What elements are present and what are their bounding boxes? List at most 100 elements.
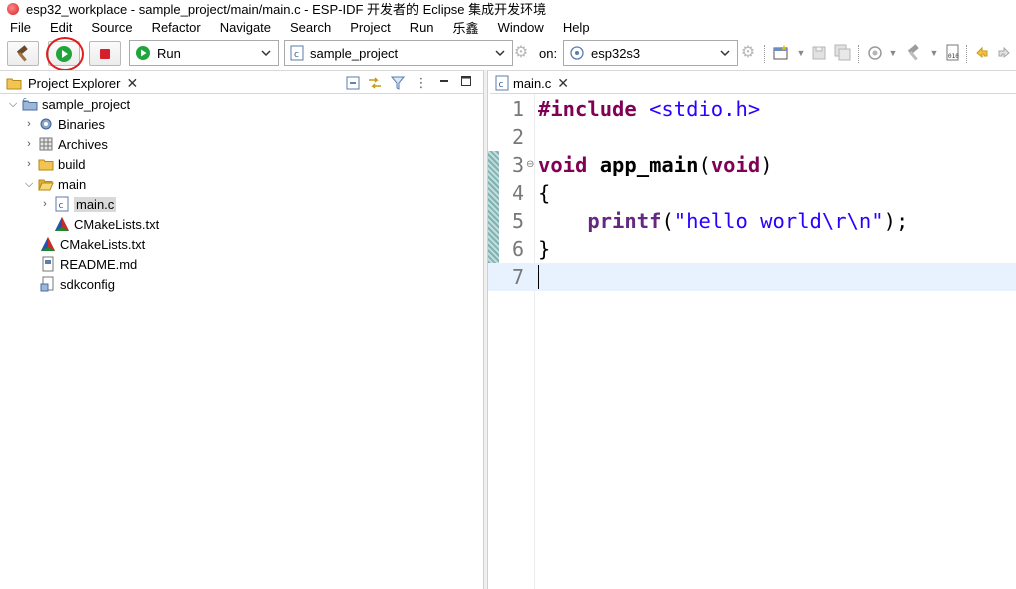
tree-item-readme[interactable]: README.md — [40, 254, 137, 274]
menu-run[interactable]: Run — [410, 20, 434, 35]
statement-end: ); — [883, 209, 909, 233]
toolbar-separator — [966, 45, 967, 63]
maximize-button[interactable] — [457, 72, 475, 90]
svg-text:c: c — [23, 96, 27, 104]
chevron-down-icon[interactable]: ⌵ — [24, 178, 34, 191]
chevron-right-icon[interactable]: › — [24, 118, 34, 130]
menu-edit[interactable]: Edit — [50, 20, 72, 35]
target-on-label: on: — [539, 46, 558, 61]
line-number: 3 — [512, 153, 525, 177]
tree-item-label: CMakeLists.txt — [60, 236, 146, 252]
paren-close: ) — [760, 153, 773, 177]
chevron-down-icon — [495, 50, 505, 57]
launch-mode-label: Run — [157, 45, 181, 61]
launch-config-select[interactable]: c sample_project — [284, 40, 513, 66]
tree-item-label: build — [58, 156, 86, 172]
tree-item-binaries[interactable]: › Binaries — [24, 114, 105, 134]
open-brace: { — [538, 181, 551, 205]
tree-item-label: main — [58, 176, 87, 192]
code-line: 1 #include <stdio.h> — [488, 95, 1016, 123]
close-brace: } — [538, 237, 551, 261]
new-wizard-button[interactable] — [772, 44, 790, 62]
tree-item-sdkconfig[interactable]: sdkconfig — [40, 274, 115, 294]
editor-tab-main-c[interactable]: c main.c ✕ — [495, 72, 569, 94]
line-number: 5 — [512, 209, 525, 233]
menu-search[interactable]: Search — [290, 20, 331, 35]
launch-config-label: sample_project — [310, 45, 399, 61]
arrow-back-icon — [976, 46, 988, 59]
menu-refactor[interactable]: Refactor — [152, 20, 201, 35]
tree-item-build[interactable]: › build — [24, 154, 85, 174]
code-line-current: 7 — [488, 263, 1016, 291]
stop-button[interactable] — [89, 41, 121, 66]
save-all-button[interactable] — [834, 44, 852, 62]
menu-source[interactable]: Source — [91, 20, 132, 35]
line-number: 4 — [512, 181, 525, 205]
chevron-down-icon[interactable]: ▼ — [884, 44, 902, 62]
new-window-icon — [773, 45, 788, 60]
tree-item-archives[interactable]: › Archives — [24, 134, 108, 154]
view-menu-button[interactable]: ⋮ — [412, 74, 430, 92]
chevron-down-icon — [261, 50, 271, 57]
code-line: 3 ⊖ void app_main(void) — [488, 151, 1016, 179]
chevron-right-icon[interactable]: › — [24, 158, 34, 170]
tree-item-label: README.md — [60, 256, 138, 272]
line-number: 6 — [512, 237, 525, 261]
launch-target-select[interactable]: esp32s3 — [563, 40, 738, 66]
chevron-down-icon[interactable]: ▼ — [925, 44, 943, 62]
filter-button[interactable] — [389, 74, 407, 92]
function-name: app_main — [599, 153, 699, 177]
c-file-icon: c — [54, 196, 70, 212]
menu-navigate[interactable]: Navigate — [220, 20, 271, 35]
return-type: void — [538, 153, 588, 177]
minimize-button[interactable] — [435, 72, 453, 90]
c-file-icon: c — [495, 75, 509, 91]
chevron-down-icon[interactable]: ⌵ — [8, 98, 18, 111]
fold-collapse-icon[interactable]: ⊖ — [526, 159, 534, 170]
launch-config-settings-icon[interactable]: ⚙ — [513, 45, 529, 61]
toolbar-divider — [0, 70, 1016, 71]
tree-item-main-folder[interactable]: ⌵ main — [24, 174, 86, 194]
collapse-all-button[interactable] — [344, 74, 362, 92]
cmake-icon — [54, 216, 70, 232]
tree-item-main-c[interactable]: › c main.c — [40, 194, 117, 214]
launch-target-settings-icon[interactable]: ⚙ — [740, 45, 756, 61]
chevron-right-icon[interactable]: › — [40, 198, 50, 210]
tree-item-label: main.c — [74, 196, 117, 212]
play-icon — [56, 45, 72, 62]
svg-text:010: 010 — [948, 53, 959, 60]
project-explorer-tab[interactable]: Project Explorer ✕ — [6, 72, 138, 94]
build-button[interactable] — [7, 41, 39, 66]
project-explorer-tab-label: Project Explorer — [28, 75, 121, 91]
launch-run-button[interactable] — [48, 41, 80, 66]
menu-help[interactable]: Help — [563, 20, 590, 35]
close-icon[interactable]: ✕ — [126, 75, 138, 92]
text-caret — [538, 265, 539, 289]
menu-project[interactable]: Project — [350, 20, 390, 35]
window-title: esp32_workplace - sample_project/main/ma… — [26, 2, 547, 17]
save-button[interactable] — [810, 44, 828, 62]
tree-item-sample-project[interactable]: ⌵ c sample_project — [8, 94, 130, 114]
tree-item-main-cmakelists[interactable]: CMakeLists.txt — [54, 214, 159, 234]
svg-text:c: c — [59, 201, 64, 211]
close-icon[interactable]: ✕ — [557, 75, 569, 92]
menu-window[interactable]: Window — [498, 20, 544, 35]
launch-mode-select[interactable]: Run — [129, 40, 279, 66]
menu-file[interactable]: File — [10, 20, 31, 35]
archives-icon — [38, 136, 54, 152]
chevron-right-icon[interactable]: › — [24, 138, 34, 150]
menu-espressif[interactable]: 乐鑫 — [453, 18, 479, 37]
config-file-icon — [40, 276, 56, 292]
binary-file-button[interactable]: 010 — [944, 44, 962, 62]
back-button[interactable] — [973, 44, 991, 62]
build-target-button[interactable] — [905, 44, 923, 62]
debug-settings-button[interactable] — [866, 44, 884, 62]
filter-icon — [391, 76, 405, 90]
link-with-editor-button[interactable] — [366, 74, 384, 92]
tree-item-root-cmakelists[interactable]: CMakeLists.txt — [40, 234, 145, 254]
forward-button[interactable] — [995, 44, 1013, 62]
tree-item-label: sdkconfig — [60, 276, 115, 292]
code-editor[interactable]: 1 #include <stdio.h> 2 3 ⊖ void app_main… — [488, 94, 1016, 589]
chevron-down-icon[interactable]: ▼ — [792, 44, 810, 62]
